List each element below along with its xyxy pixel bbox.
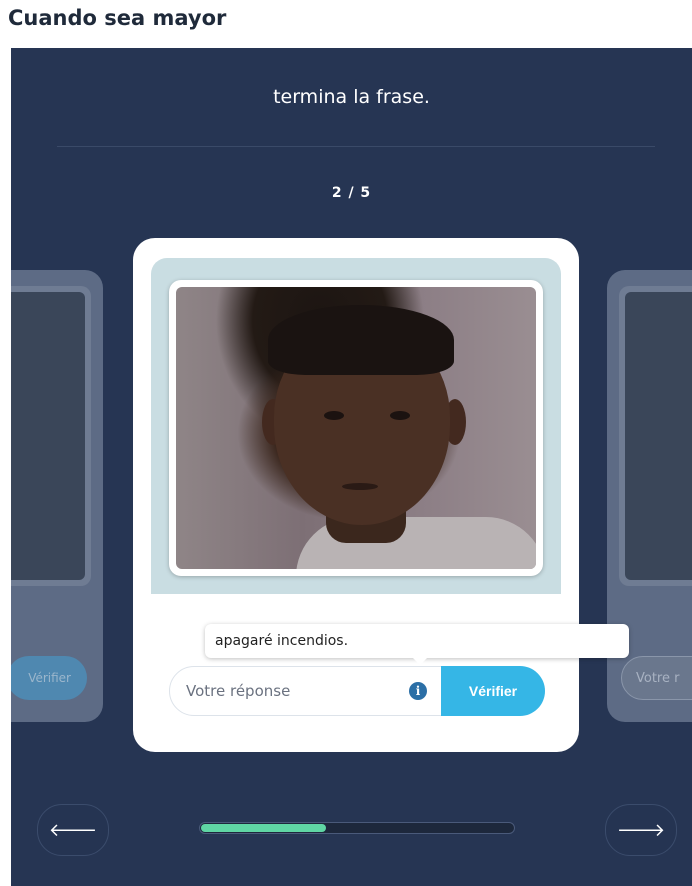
instruction-text: termina la frase. <box>273 86 430 108</box>
answer-row: i Vérifier <box>169 666 545 716</box>
previous-card-verify-button: Vérifier <box>11 656 87 700</box>
next-card-answer-input: Votre r <box>621 656 692 700</box>
boy-photo <box>176 287 536 569</box>
question-counter: 2 / 5 <box>331 185 372 201</box>
exercise-panel: termina la frase. 2 / 5 Vérifier Votre r <box>11 48 692 886</box>
arrow-left-icon: 🡐 <box>48 819 98 841</box>
progress-bar-fill <box>201 824 326 832</box>
progress-bar <box>199 822 515 834</box>
next-button[interactable]: 🡒 <box>605 804 677 856</box>
question-card: apagaré incendios. i Vérifier <box>133 238 629 752</box>
verify-button[interactable]: Vérifier <box>441 666 545 716</box>
hint-tooltip: apagaré incendios. <box>205 624 629 658</box>
info-icon[interactable]: i <box>409 682 427 700</box>
previous-card-image <box>11 286 91 586</box>
next-card-image <box>619 286 692 586</box>
hint-tooltip-arrow <box>411 656 429 665</box>
previous-button[interactable]: 🡐 <box>37 804 109 856</box>
divider <box>57 146 655 147</box>
previous-card-preview[interactable]: Vérifier <box>11 270 103 722</box>
arrow-right-icon: 🡒 <box>616 819 666 841</box>
page-title: Cuando sea mayor <box>8 6 227 30</box>
video-frame[interactable] <box>169 280 543 576</box>
card-media-area <box>151 258 561 594</box>
